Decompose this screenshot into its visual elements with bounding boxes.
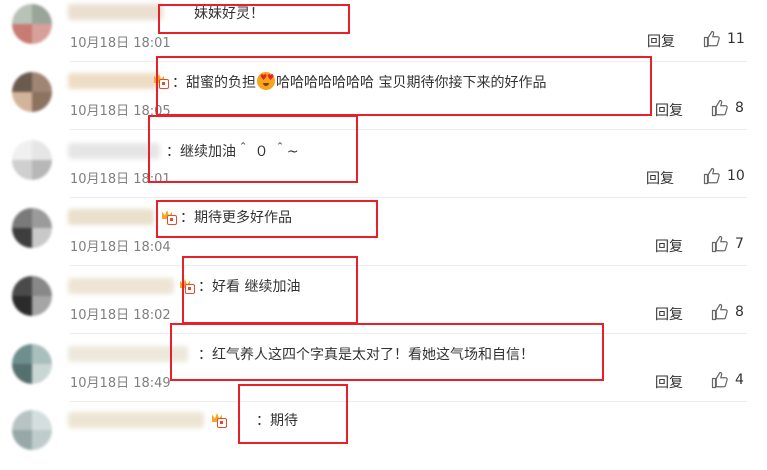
username[interactable] (68, 143, 160, 159)
comment-item: ：期待 (0, 402, 767, 470)
thumbs-up-icon (711, 371, 728, 389)
vip-crown-badge-icon (180, 279, 196, 295)
comment-text-start: ：甜蜜的负担 (172, 75, 256, 91)
comment-time: 10月18日 18:02 (70, 308, 171, 323)
reply-button[interactable]: 回复 (655, 236, 683, 256)
username[interactable] (68, 412, 204, 428)
reply-button[interactable]: 回复 (646, 168, 674, 188)
reply-button[interactable]: 回复 (655, 372, 683, 392)
like-count: 11 (727, 31, 745, 47)
comment-item: ：期待更多好作品 10月18日 18:04 回复 7 (0, 198, 767, 266)
comment-time: 10月18日 18:05 (70, 104, 171, 119)
like-button[interactable]: 7 (711, 235, 744, 253)
vip-crown-badge-icon (212, 413, 228, 429)
like-count: 8 (735, 100, 744, 116)
username[interactable] (68, 346, 188, 362)
comment-item: 妹妹好灵！ 10月18日 18:01 回复 11 (0, 0, 767, 62)
comment-text: ：好看 继续加油 (198, 279, 301, 295)
comment-text: ：甜蜜的负担 哈哈哈哈哈哈哈 宝贝期待你接下来的好作品 (172, 72, 546, 93)
comment-item: ：甜蜜的负担哈哈哈哈哈哈哈 宝贝期待你接下来的好作品 10月18日 18:05 … (0, 62, 767, 130)
username[interactable] (68, 4, 163, 20)
comment-time: 10月18日 18:01 (70, 36, 171, 51)
thumbs-up-icon (703, 30, 720, 48)
username[interactable] (68, 278, 174, 294)
comment-time: 10月18日 18:49 (70, 376, 171, 391)
avatar[interactable] (12, 72, 52, 112)
avatar[interactable] (12, 208, 52, 248)
comment-text: ：期待 (256, 413, 298, 429)
reply-button[interactable]: 回复 (655, 100, 683, 120)
thumbs-up-icon (711, 235, 728, 253)
like-button[interactable]: 8 (711, 99, 744, 117)
comment-time: 10月18日 18:04 (70, 240, 171, 255)
comment-text: ：红气养人这四个字真是太对了！看她这气场和自信！ (198, 347, 534, 363)
comment-item: ：继续加油＾ ０ ＾~ 10月18日 18:01 回复 10 (0, 130, 767, 198)
avatar[interactable] (12, 410, 52, 450)
like-count: 8 (735, 304, 744, 320)
comment-time: 10月18日 18:01 (70, 172, 171, 187)
like-button[interactable]: 8 (711, 303, 744, 321)
like-button[interactable]: 11 (703, 30, 745, 48)
username[interactable] (68, 209, 154, 225)
comment-text-end: 哈哈哈哈哈哈哈 宝贝期待你接下来的好作品 (276, 75, 547, 91)
avatar[interactable] (12, 344, 52, 384)
comment-text: ：继续加油＾ ０ ＾~ (166, 144, 299, 160)
comment-item: ：红气养人这四个字真是太对了！看她这气场和自信！ 10月18日 18:49 回复… (0, 334, 767, 402)
avatar[interactable] (12, 276, 52, 316)
avatar[interactable] (12, 140, 52, 180)
comment-item: ：好看 继续加油 10月18日 18:02 回复 8 (0, 266, 767, 334)
like-button[interactable]: 4 (711, 371, 744, 389)
like-button[interactable]: 10 (703, 167, 745, 185)
reply-button[interactable]: 回复 (647, 31, 675, 51)
reply-button[interactable]: 回复 (655, 304, 683, 324)
like-count: 10 (727, 168, 745, 184)
avatar[interactable] (12, 4, 52, 44)
username[interactable] (68, 73, 160, 89)
thumbs-up-icon (703, 167, 720, 185)
vip-crown-badge-icon (154, 74, 170, 90)
thumbs-up-icon (711, 99, 728, 117)
heart-eyes-emoji-icon (257, 72, 275, 90)
like-count: 7 (735, 236, 744, 252)
comment-text: 妹妹好灵！ (194, 6, 264, 22)
thumbs-up-icon (711, 303, 728, 321)
comment-text: ：期待更多好作品 (180, 210, 292, 226)
vip-crown-badge-icon (162, 210, 178, 226)
like-count: 4 (735, 372, 744, 388)
